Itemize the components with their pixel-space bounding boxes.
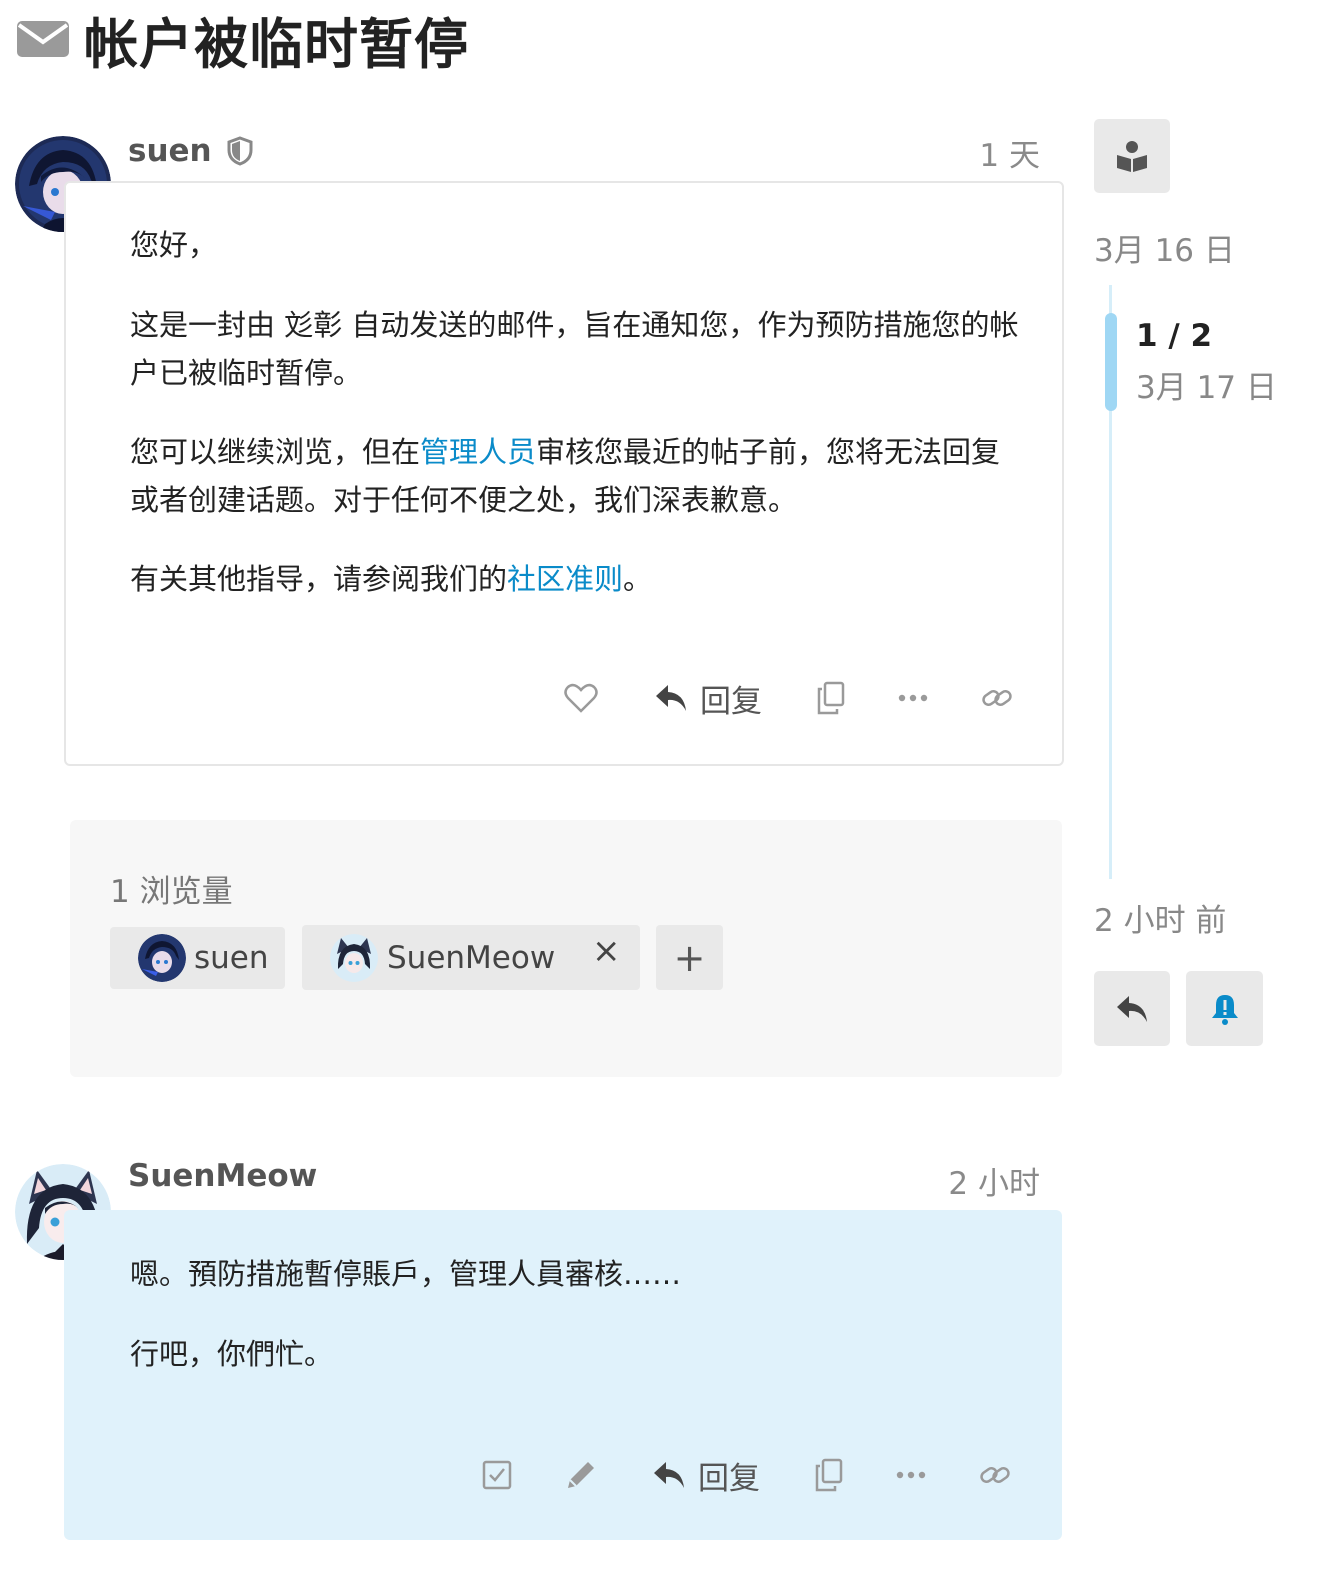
solution-button[interactable] xyxy=(472,1450,522,1500)
topic-header: 帐户被临时暂停 xyxy=(16,4,469,76)
reply-label: 回复 xyxy=(698,1460,760,1497)
post-paragraph: 这是一封由 彣彰 自动发送的邮件，旨在通知您，作为预防措施您的帐户已被临时暂停。 xyxy=(130,308,1019,390)
bell-alert-icon xyxy=(1211,994,1238,1025)
guidelines-link[interactable]: 社区准则 xyxy=(507,562,623,596)
post-author: suen xyxy=(128,130,254,172)
timeline-current-date: 3月 17 日 xyxy=(1136,370,1277,406)
post-date[interactable]: 1 天 xyxy=(960,130,1040,175)
ellipsis-icon xyxy=(896,1471,926,1479)
copy-link-button[interactable] xyxy=(804,1450,854,1500)
heart-icon xyxy=(564,683,598,713)
topic-summary: 1 浏览量 suen SuenMeow × + xyxy=(70,820,1062,1077)
text-span: 有关其他指导，请参阅我们的 xyxy=(130,562,508,596)
post-paragraph: 行吧，你們忙。 xyxy=(130,1337,334,1371)
link-icon xyxy=(980,1467,1010,1483)
post-card-highlighted: 嗯。預防措施暫停賬戶，管理人員審核…… 行吧，你們忙。 回复 xyxy=(64,1210,1062,1540)
reply-label: 回复 xyxy=(700,683,762,720)
participant-chip-selected[interactable]: SuenMeow × xyxy=(302,925,640,990)
avatar xyxy=(138,934,186,982)
participant-chip[interactable]: suen xyxy=(110,927,285,989)
participant-name: SuenMeow xyxy=(387,939,556,976)
post-paragraph: 您可以继续浏览，但在管理人员审核您最近的帖子前，您将无法回复或者创建话题。对于任… xyxy=(130,428,1005,524)
post-paragraph: 有关其他指导，请参阅我们的社区准则。 xyxy=(130,555,652,603)
notification-button[interactable] xyxy=(1186,971,1263,1046)
post-card: 您好， 这是一封由 彣彰 自动发送的邮件，旨在通知您，作为预防措施您的帐户已被临… xyxy=(64,181,1064,766)
like-button[interactable] xyxy=(556,673,606,723)
ellipsis-icon xyxy=(898,694,928,702)
timeline-position: 1 / 2 xyxy=(1136,318,1213,354)
reply-icon xyxy=(1117,995,1147,1022)
timeline-end-date[interactable]: 2 小时 前 xyxy=(1094,895,1226,940)
username[interactable]: suen xyxy=(128,133,212,169)
check-square-icon xyxy=(482,1460,512,1490)
avatar xyxy=(330,933,378,982)
topic-title[interactable]: 帐户被临时暂停 xyxy=(84,0,469,79)
copy-icon xyxy=(817,681,845,715)
timeline-start-date[interactable]: 3月 16 日 xyxy=(1094,225,1235,270)
shield-icon xyxy=(227,136,253,166)
plus-icon: + xyxy=(673,935,706,980)
envelope-icon xyxy=(17,21,69,57)
timeline-toggle-button[interactable] xyxy=(1094,119,1170,193)
copy-link-button[interactable] xyxy=(806,673,856,723)
username[interactable]: SuenMeow xyxy=(128,1158,317,1194)
book-reader-icon xyxy=(1117,141,1147,172)
share-button[interactable] xyxy=(970,1450,1020,1500)
reply-button[interactable]: 回复 xyxy=(648,673,768,723)
reply-button[interactable]: 回复 xyxy=(646,1450,766,1500)
participant-name: suen xyxy=(194,940,269,976)
pencil-icon xyxy=(568,1462,594,1488)
text-span: 。 xyxy=(623,562,653,596)
reply-icon xyxy=(654,1462,684,1488)
text-span: 您可以继续浏览，但在 xyxy=(130,435,421,469)
reply-icon xyxy=(656,685,686,711)
add-participant-button[interactable]: + xyxy=(656,925,723,990)
link-icon xyxy=(982,690,1012,706)
share-button[interactable] xyxy=(972,673,1022,723)
post-paragraph: 嗯。預防措施暫停賬戶，管理人員審核…… xyxy=(130,1257,682,1291)
more-button[interactable] xyxy=(886,1450,936,1500)
timeline-handle[interactable] xyxy=(1105,313,1117,411)
moderators-link[interactable]: 管理人员 xyxy=(420,435,536,469)
post-date[interactable]: 2 小时 xyxy=(900,1158,1040,1203)
copy-icon xyxy=(815,1458,843,1492)
edit-button[interactable] xyxy=(556,1450,606,1500)
remove-filter-icon[interactable]: × xyxy=(592,931,621,971)
more-button[interactable] xyxy=(888,673,938,723)
topic-reply-button[interactable] xyxy=(1094,971,1170,1046)
view-count: 1 浏览量 xyxy=(110,874,233,910)
post-greeting: 您好， xyxy=(130,228,218,262)
